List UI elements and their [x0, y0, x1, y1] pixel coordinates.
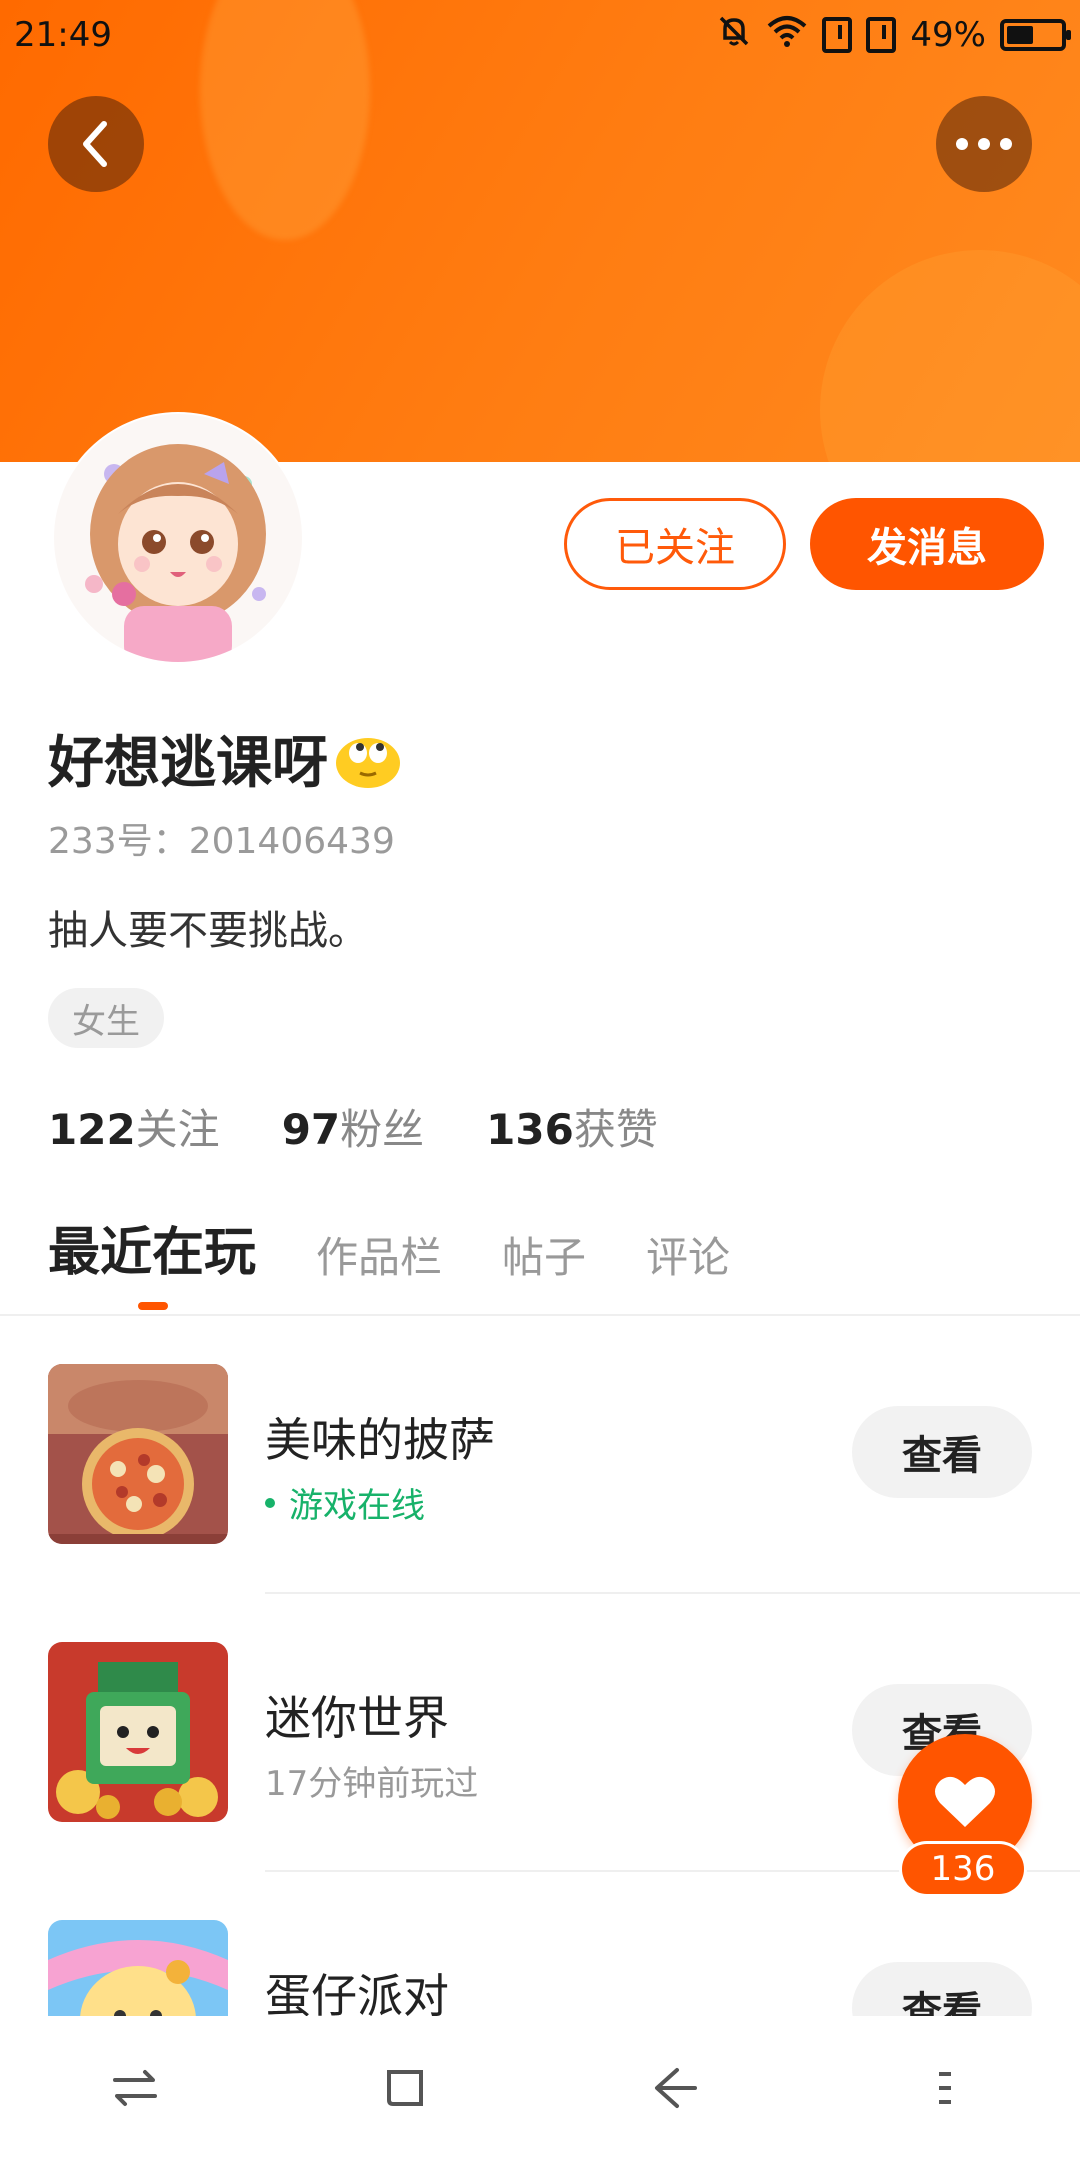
- banner-decoration: [820, 250, 1080, 462]
- sim-icon: [866, 17, 897, 53]
- status-bar: 21:49 49%: [0, 0, 1080, 70]
- wifi-icon: [766, 14, 808, 57]
- switch-icon: [113, 2070, 157, 2106]
- home-button[interactable]: [365, 2048, 445, 2128]
- mute-bell-icon: [716, 13, 752, 58]
- divider: [0, 1314, 1080, 1316]
- likes-stat[interactable]: 136获赞: [486, 1096, 658, 1157]
- game-thumbnail: [48, 1364, 228, 1544]
- back-icon: [83, 121, 107, 167]
- game-title: 迷你世界: [265, 1691, 449, 1745]
- user-bio: 抽人要不要挑战。: [48, 908, 368, 954]
- username: 好想逃课呀: [48, 718, 402, 799]
- menu-icon: [939, 2072, 951, 2104]
- tab-comments[interactable]: 评论: [646, 1224, 730, 1285]
- system-nav-bar: [0, 2016, 1080, 2160]
- list-item[interactable]: 蛋仔派对 查看: [0, 1920, 1080, 2016]
- back-nav-button[interactable]: [635, 2048, 715, 2128]
- divider: [265, 1592, 1080, 1594]
- online-dot-icon: [265, 1497, 275, 1508]
- fans-count: 97: [281, 1105, 341, 1154]
- following-count: 122: [48, 1105, 136, 1154]
- status-time: 21:49: [14, 15, 112, 55]
- game-title: 蛋仔派对: [265, 1969, 449, 2016]
- view-button[interactable]: 查看: [852, 1406, 1032, 1498]
- avatar[interactable]: [54, 414, 302, 662]
- menu-button[interactable]: [905, 2048, 985, 2128]
- game-status-text: 17分钟前玩过: [265, 1764, 479, 1804]
- game-status-text: 游戏在线: [289, 1486, 425, 1526]
- following-stat[interactable]: 122关注: [48, 1096, 220, 1157]
- game-thumbnail: [48, 1920, 228, 2016]
- user-id: 233号：201406439: [48, 821, 395, 862]
- active-tab-indicator: [138, 1302, 168, 1310]
- list-item[interactable]: 美味的披萨 游戏在线 查看: [0, 1364, 1080, 1544]
- likes-count: 136: [486, 1105, 574, 1154]
- rolling-eyes-emoji-icon: [334, 729, 402, 789]
- send-message-button[interactable]: 发消息: [810, 498, 1044, 590]
- fans-stat[interactable]: 97粉丝: [282, 1096, 424, 1157]
- more-icon: [956, 138, 1012, 150]
- battery-icon: [1000, 19, 1071, 51]
- back-nav-icon: [655, 2068, 697, 2108]
- username-text: 好想逃课呀: [48, 731, 328, 796]
- fans-label: 粉丝: [340, 1105, 425, 1154]
- game-status: 游戏在线: [265, 1478, 425, 1527]
- battery-percent: 49%: [910, 15, 986, 55]
- tab-recently-played[interactable]: 最近在玩: [48, 1210, 256, 1285]
- tab-posts[interactable]: 帖子: [502, 1224, 586, 1285]
- user-stats: 122关注 97粉丝 136获赞: [48, 1096, 658, 1157]
- gender-tag: 女生: [48, 988, 164, 1048]
- game-title: 美味的披萨: [265, 1413, 495, 1467]
- back-button[interactable]: [48, 96, 144, 192]
- tab-works[interactable]: 作品栏: [316, 1224, 442, 1285]
- more-button[interactable]: [936, 96, 1032, 192]
- view-button[interactable]: 查看: [852, 1962, 1032, 2016]
- likes-label: 获赞: [573, 1105, 658, 1154]
- switch-app-button[interactable]: [95, 2048, 175, 2128]
- sim-icon: [822, 17, 853, 53]
- like-count-badge: 136: [902, 1844, 1024, 1894]
- heart-icon: [935, 1776, 995, 1827]
- profile-tabs: 最近在玩 作品栏 帖子 评论: [48, 1210, 730, 1285]
- game-status: 17分钟前玩过: [265, 1756, 478, 1805]
- followed-button[interactable]: 已关注: [564, 498, 786, 590]
- game-thumbnail: [48, 1642, 228, 1822]
- following-label: 关注: [135, 1105, 220, 1154]
- home-icon: [387, 2070, 423, 2106]
